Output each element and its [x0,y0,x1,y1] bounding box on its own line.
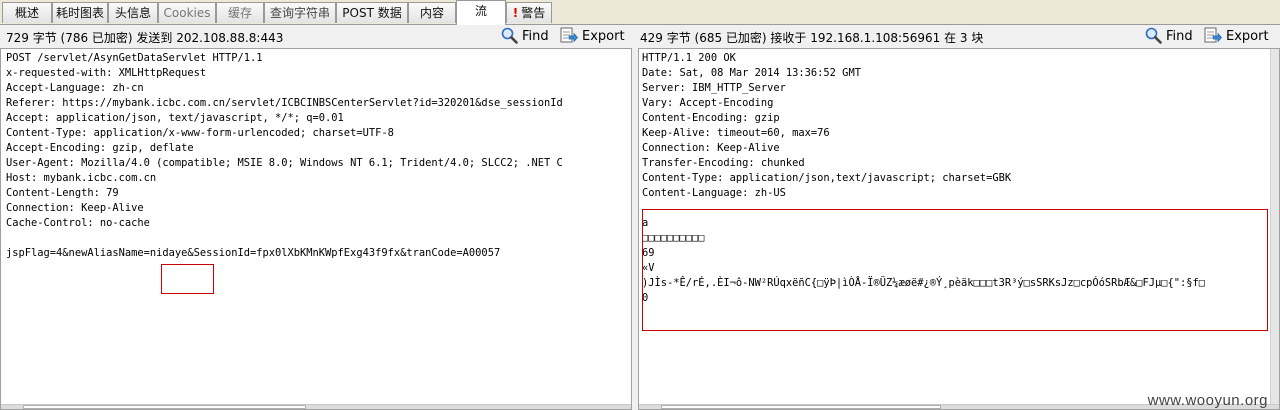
magnifier-icon [501,27,518,44]
tab-timeline[interactable]: 耗时图表 [52,2,108,23]
stream-line: Host: mybank.icbc.com.cn [6,172,157,184]
tab-post-data[interactable]: POST 数据 [336,2,408,23]
stream-line: Accept-Encoding: gzip, deflate [6,142,194,154]
response-export-button[interactable]: Export [1204,27,1269,47]
export-icon [560,27,578,43]
highlight-alias-param [161,264,214,294]
response-scroll-thumb[interactable] [661,405,941,409]
tab-cache[interactable]: 缓存 [216,2,264,23]
stream-line: Transfer-Encoding: chunked [642,157,805,169]
response-toolbar: 429 字节 (685 已加密) 接收于 192.168.1.108:56961… [638,25,1280,49]
magnifier-icon [1145,27,1162,44]
tab-headers[interactable]: 头信息 [108,2,158,23]
response-find-button[interactable]: Find [1145,27,1193,47]
tab-cookies[interactable]: Cookies [158,2,216,23]
response-stream-text[interactable]: HTTP/1.1 200 OK Date: Sat, 08 Mar 2014 1… [638,48,1280,410]
stream-line: POST /servlet/AsynGetDataServlet HTTP/1.… [6,52,263,64]
response-pane: 429 字节 (685 已加密) 接收于 192.168.1.108:56961… [638,25,1280,410]
stream-line: Date: Sat, 08 Mar 2014 13:36:52 GMT [642,67,861,79]
request-stream-text[interactable]: POST /servlet/AsynGetDataServlet HTTP/1.… [0,48,632,410]
request-export-label: Export [582,29,625,44]
tab-warnings-label: 警告 [521,6,546,20]
response-export-label: Export [1226,29,1269,44]
request-toolbar: 729 字节 (786 已加密) 发送到 202.108.88.8:443 Fi… [0,25,632,49]
tab-warnings[interactable]: ! 警告 [506,2,552,23]
stream-line: Content-Type: application/x-www-form-url… [6,127,394,139]
stream-line: Content-Language: zh-US [642,187,786,199]
stream-line: User-Agent: Mozilla/4.0 (compatible; MSI… [6,157,563,169]
response-summary: 429 字节 (685 已加密) 接收于 192.168.1.108:56961… [640,31,984,45]
stream-line: Content-Length: 79 [6,187,119,199]
watermark: www.wooyun.org [1147,392,1268,409]
request-scroll-thumb[interactable] [23,405,306,409]
stream-line: Server: IBM_HTTP_Server [642,82,786,94]
stream-line: x-requested-with: XMLHttpRequest [6,67,207,79]
stream-line: Vary: Accept-Encoding [642,97,774,109]
tab-overview[interactable]: 概述 [2,2,52,23]
response-find-label: Find [1166,29,1193,44]
request-export-button[interactable]: Export [560,27,625,47]
request-find-button[interactable]: Find [501,27,549,47]
stream-line: Connection: Keep-Alive [6,202,144,214]
warning-icon: ! [512,6,519,20]
stream-line: Cache-Control: no-cache [6,217,150,229]
stream-line: Referer: https://mybank.icbc.com.cn/serv… [6,97,563,109]
tab-bar: 概述 耗时图表 头信息 Cookies 缓存 查询字符串 POST 数据 内容 … [0,0,1280,25]
tab-query-string[interactable]: 查询字符串 [264,2,336,23]
tab-content[interactable]: 内容 [408,2,456,23]
request-find-label: Find [522,29,549,44]
stream-line: HTTP/1.1 200 OK [642,52,736,64]
request-code: POST /servlet/AsynGetDataServlet HTTP/1.… [1,49,631,261]
request-pane: 729 字节 (786 已加密) 发送到 202.108.88.8:443 Fi… [0,25,632,410]
export-icon [1204,27,1222,43]
stream-line: Connection: Keep-Alive [642,142,780,154]
stream-line: Content-Type: application/json,text/java… [642,172,1012,184]
stream-line: Keep-Alive: timeout=60, max=76 [642,127,830,139]
stream-line: Accept-Language: zh-cn [6,82,144,94]
stream-line [6,232,12,244]
highlight-encrypted-body [642,209,1268,331]
request-summary: 729 字节 (786 已加密) 发送到 202.108.88.8:443 [6,31,284,45]
tab-stream[interactable]: 流 [456,0,506,25]
response-vertical-scrollbar[interactable] [1270,49,1279,407]
stream-line: Content-Encoding: gzip [642,112,780,124]
stream-line: Accept: application/json, text/javascrip… [6,112,344,124]
stream-line: jspFlag=4&newAliasName=nidaye&SessionId=… [6,247,501,259]
request-horizontal-scrollbar[interactable] [1,404,631,409]
